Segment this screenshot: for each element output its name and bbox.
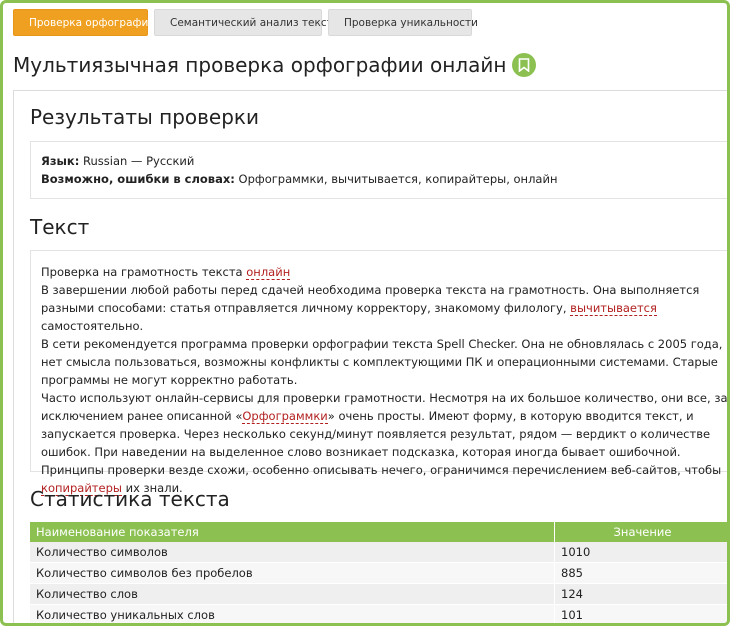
tab-semantic-analysis[interactable]: Семантический анализ текста [154,9,339,36]
checked-text-box: Проверка на грамотность текста онлайн В … [30,250,727,496]
text-line-1: Проверка на грамотность текста онлайн [41,265,291,280]
page-title: Мультиязычная проверка орфографии онлайн [13,53,537,77]
results-info-box: Язык: Russian — Русский Возможно, ошибки… [30,141,727,199]
stats-table: Наименование показателя Значение Количес… [30,522,727,623]
tab-spell-check[interactable]: Проверка орфографии [13,9,155,36]
column-header-name: Наименование показателя [30,522,555,542]
text-heading: Текст [30,215,90,239]
results-heading: Результаты проверки [30,105,259,129]
column-header-value: Значение [554,522,727,542]
stat-value: 1010 [554,542,727,563]
stat-name: Количество слов [30,583,555,605]
text-paragraph-4: Часто используют онлайн-сервисы для пров… [41,391,728,496]
error-word[interactable]: онлайн [246,265,291,280]
stat-value: 124 [554,583,727,605]
app-frame: Проверка орфографии Семантический анализ… [0,0,730,626]
error-word[interactable]: Орфограммки [242,409,328,424]
stat-name: Количество символов [30,542,555,563]
table-row: Количество символов 1010 [30,542,727,563]
text-paragraph-3: В сети рекомендуется программа проверки … [41,337,723,387]
stats-heading: Статистика текста [30,487,230,511]
tab-bar: Проверка орфографии Семантический анализ… [13,9,478,36]
errors-value: Орфограммки, вычитывается, копирайтеры, … [238,172,558,186]
stat-value: 885 [554,562,727,584]
page-title-text: Мультиязычная проверка орфографии онлайн [13,53,507,77]
stats-header-row: Наименование показателя Значение [30,522,727,542]
language-value: Russian — Русский [83,154,195,168]
errors-row: Возможно, ошибки в словах: Орфограммки, … [41,170,727,188]
stat-name: Количество символов без пробелов [30,562,555,584]
language-label: Язык: [41,154,80,168]
stat-value: 101 [554,604,727,623]
results-panel: Результаты проверки Язык: Russian — Русс… [13,90,727,623]
stat-name: Количество уникальных слов [30,604,555,623]
tab-uniqueness-check[interactable]: Проверка уникальности [328,9,478,36]
error-word[interactable]: вычитывается [570,301,657,316]
errors-label: Возможно, ошибки в словах: [41,172,235,186]
language-row: Язык: Russian — Русский [41,152,727,170]
table-row: Количество уникальных слов 101 [30,604,727,623]
table-row: Количество слов 124 [30,583,727,605]
bookmark-icon[interactable] [512,53,537,77]
table-row: Количество символов без пробелов 885 [30,562,727,584]
text-paragraph-2: В завершении любой работы перед сдачей н… [41,283,700,333]
